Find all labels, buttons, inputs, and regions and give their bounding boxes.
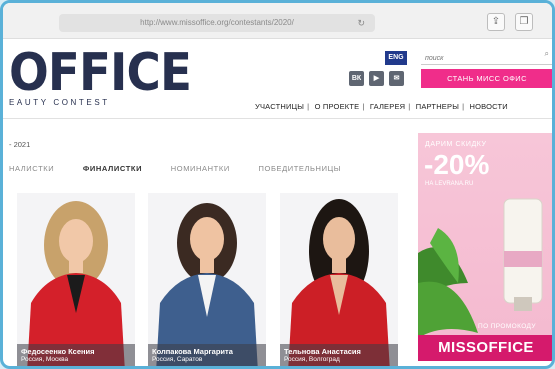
header-divider [3,118,552,119]
contestant-tabs: НАЛИСТКИ ФИНАЛИСТКИ НОМИНАНТКИ ПОБЕДИТЕЛ… [9,164,367,173]
contestant-card[interactable]: Колпакова Маргарита Россия, Саратов [148,193,266,366]
promo-brand: MISSOFFICE [418,335,552,361]
tab-nominees[interactable]: НОМИНАНТКИ [171,164,230,173]
youtube-icon[interactable]: ▶ [369,71,384,86]
nav-separator: | [408,102,411,111]
search-input[interactable] [421,50,531,67]
nav-item-participants[interactable]: УЧАСТНИЦЫ [255,102,304,111]
main-nav: УЧАСТНИЦЫ | О ПРОЕКТЕ | ГАЛЕРЕЯ | ПАРТНЕРЫ |… [255,102,508,111]
search-icon[interactable]: ⌕ [545,49,549,59]
neck [69,259,83,273]
promo-banner[interactable]: ДАРИМ СКИДКУ -20% НА LEVRANA.RU ПО ПРОМО… [418,133,552,361]
reload-icon[interactable]: ↻ [357,14,365,32]
contestant-caption: Федосеенко Ксения Россия, Москва [17,344,135,366]
nav-item-gallery[interactable]: ГАЛЕРЕЯ [370,102,405,111]
contestant-city: Россия, Саратов [152,356,203,363]
tab-finalists[interactable]: ФИНАЛИСТКИ [83,164,142,173]
address-text: http://www.missoffice.org/contestants/20… [140,18,294,27]
nav-separator: | [462,102,465,111]
contestant-photo [288,199,390,366]
contestant-caption: Тельнова Анастасия Россия, Волгоград [280,344,398,366]
contestant-name: Колпакова Маргарита [152,347,233,356]
become-miss-office-button[interactable]: СТАНЬ МИСС ОФИС [421,69,552,88]
nav-separator: | [362,102,365,111]
face [323,217,355,261]
face [190,217,224,261]
language-switch[interactable]: ENG [385,51,407,65]
contestant-card[interactable]: Тельнова Анастасия Россия, Волгоград [280,193,398,366]
contestant-name: Тельнова Анастасия [284,347,361,356]
leaf [418,281,478,338]
nav-item-partners[interactable]: ПАРТНЕРЫ [416,102,459,111]
contestant-city: Россия, Москва [21,356,69,363]
contestant-city: Россия, Волгоград [284,356,340,363]
contestant-name: Федосеенко Ксения [21,347,95,356]
site-tagline: EAUTY CONTEST [9,98,110,107]
contestant-photo [156,203,258,366]
nav-item-news[interactable]: НОВОСТИ [470,102,508,111]
tabs-icon[interactable]: ❐ [515,13,533,31]
vk-icon[interactable]: ВК [349,71,364,86]
share-icon[interactable]: ⇪ [487,13,505,31]
nav-separator: | [307,102,310,111]
promo-code-label: ПО ПРОМОКОДУ [478,323,536,330]
address-bar[interactable]: http://www.missoffice.org/contestants/20… [59,14,375,32]
product-label [504,251,542,267]
contestant-photo [27,201,125,366]
search-box[interactable]: ⌕ [421,47,552,67]
breadcrumb: - 2021 [9,140,31,149]
neck [200,257,214,273]
tab-winners[interactable]: ПОБЕДИТЕЛЬНИЦЫ [259,164,341,173]
tab-semifinalists[interactable]: НАЛИСТКИ [9,164,54,173]
neck [332,257,346,273]
nav-item-about[interactable]: О ПРОЕКТЕ [315,102,360,111]
site-logo[interactable]: OFFICE [9,45,192,101]
mail-icon[interactable]: ✉ [389,71,404,86]
browser-toolbar: http://www.missoffice.org/contestants/20… [3,3,552,39]
browser-window: http://www.missoffice.org/contestants/20… [0,0,555,369]
product-cap [514,297,532,311]
face [59,219,93,263]
contestant-caption: Колпакова Маргарита Россия, Саратов [148,344,266,366]
contestant-card[interactable]: Федосеенко Ксения Россия, Москва [17,193,135,366]
